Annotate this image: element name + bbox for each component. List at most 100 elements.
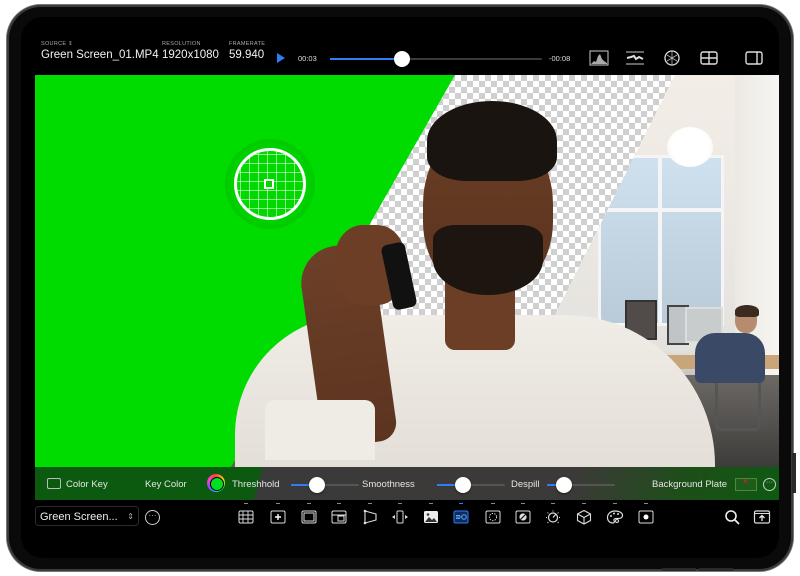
palette-icon[interactable] — [606, 503, 624, 525]
vectorscope-icon[interactable] — [662, 50, 682, 66]
source-info[interactable]: SOURCE ⇕ Green Screen_01.MP4 — [41, 41, 159, 61]
scrubber-fill — [330, 58, 403, 60]
histogram-icon[interactable] — [589, 50, 609, 66]
background-plate-label: Background Plate — [652, 479, 727, 490]
adjust-dial-icon-glyph — [546, 510, 560, 524]
top-bar: SOURCE ⇕ Green Screen_01.MP4 RESOLUTION … — [21, 17, 779, 69]
more-options-icon[interactable]: ··· — [763, 478, 776, 491]
picker-crosshair-icon — [264, 179, 274, 189]
side-button — [792, 453, 796, 493]
volume-button — [662, 568, 696, 571]
tool-indicator — [307, 503, 311, 506]
clip-more-icon[interactable]: ··· — [145, 510, 160, 525]
threshold-label: Threshhold — [232, 479, 280, 490]
image-icon-glyph — [424, 511, 438, 523]
resolution-info: RESOLUTION 1920x1080 — [162, 41, 219, 61]
background-plate-button[interactable]: ✕ — [735, 477, 757, 491]
color-key-icon — [47, 478, 61, 489]
video-viewer[interactable] — [35, 75, 779, 467]
waveform-icon[interactable] — [625, 50, 645, 66]
playback-scrubber[interactable] — [330, 51, 542, 67]
framerate-info: FRAMERATE 59.940 — [229, 41, 265, 61]
grid-layout-icon[interactable] — [699, 50, 719, 66]
tool-indicator — [337, 503, 341, 506]
subject-beard — [433, 225, 543, 295]
adjust-dial-icon[interactable] — [544, 503, 562, 525]
framerate-label: FRAMERATE — [229, 41, 266, 47]
volume-button — [699, 568, 733, 571]
perspective-icon-glyph — [363, 509, 377, 525]
3d-cube-icon[interactable] — [575, 503, 593, 525]
transform-icon-glyph — [392, 510, 408, 524]
search-icon[interactable] — [724, 509, 742, 525]
clip-name: Green Screen... — [40, 511, 118, 523]
perspective-icon[interactable] — [361, 503, 379, 525]
source-value: Green Screen_01.MP4 — [41, 49, 159, 61]
tool-indicator — [491, 503, 495, 506]
palette-icon-glyph — [606, 510, 624, 524]
tool-indicator — [459, 503, 463, 506]
subject-hair — [427, 101, 557, 181]
app-screen: SOURCE ⇕ Green Screen_01.MP4 RESOLUTION … — [21, 17, 779, 558]
crop-icon[interactable] — [330, 503, 348, 525]
tool-indicator — [613, 503, 617, 506]
tool-indicator — [244, 503, 248, 506]
mask-icon[interactable] — [484, 503, 502, 525]
scrubber-thumb[interactable] — [394, 51, 411, 67]
mask-icon-glyph — [485, 510, 501, 524]
tool-indicator — [398, 503, 402, 506]
add-frame-icon-glyph — [270, 510, 286, 524]
threshold-thumb[interactable] — [308, 477, 325, 493]
vignette-icon[interactable] — [637, 503, 655, 525]
background-worker-hair — [735, 305, 759, 317]
crop-icon-glyph — [331, 510, 347, 524]
color-key-controls: Color Key Key Color Threshhold Smoothnes… — [35, 467, 779, 500]
tool-indicator — [644, 503, 648, 506]
grid-icon[interactable] — [237, 503, 255, 525]
key-color-label: Key Color — [145, 479, 187, 490]
bottom-toolbar: Green Screen... ⇕ ··· — [21, 501, 779, 541]
key-color-swatch[interactable] — [207, 474, 225, 492]
export-icon[interactable] — [753, 509, 771, 525]
grid-icon-glyph — [238, 510, 254, 524]
tool-indicator — [521, 503, 525, 506]
add-frame-icon[interactable] — [269, 503, 287, 525]
elapsed-time: 00:03 — [298, 54, 317, 63]
tool-indicator — [551, 503, 555, 506]
frame-icon-glyph — [301, 510, 317, 524]
tool-indicator — [276, 503, 280, 506]
resolution-label: RESOLUTION — [162, 41, 201, 47]
threshold-slider[interactable] — [291, 477, 359, 493]
tool-indicator — [429, 503, 433, 506]
pendant-lamp — [667, 127, 713, 167]
tool-indicator — [582, 503, 586, 506]
key-color-fill — [210, 477, 224, 491]
frame-icon[interactable] — [300, 503, 318, 525]
no-entry-icon[interactable] — [514, 503, 532, 525]
image-icon[interactable] — [422, 503, 440, 525]
vignette-icon-glyph — [638, 510, 654, 524]
subject-cuff — [265, 400, 375, 460]
remaining-time: -00:08 — [549, 54, 571, 63]
clip-selector[interactable]: Green Screen... ⇕ — [35, 506, 139, 526]
smoothness-slider[interactable] — [437, 477, 505, 493]
framerate-value: 59.940 — [229, 49, 265, 61]
smoothness-label: Smoothness — [362, 479, 415, 490]
transform-icon[interactable] — [391, 503, 409, 525]
smoothness-thumb[interactable] — [454, 477, 471, 493]
play-icon[interactable] — [277, 53, 285, 63]
chevron-updown-icon: ⇕ — [127, 512, 134, 521]
despill-slider[interactable] — [547, 477, 615, 493]
background-worker — [695, 333, 765, 383]
chevron-updown-icon: ⇕ — [68, 41, 74, 47]
color-key-icon-glyph — [453, 510, 469, 524]
resolution-value: 1920x1080 — [162, 49, 219, 61]
sidebar-toggle-icon[interactable] — [744, 50, 764, 66]
despill-label: Despill — [511, 479, 540, 490]
tablet-frame: SOURCE ⇕ Green Screen_01.MP4 RESOLUTION … — [7, 5, 796, 571]
color-key-icon[interactable] — [452, 503, 470, 525]
remove-icon: ✕ — [742, 477, 749, 486]
3d-cube-icon-glyph — [576, 509, 592, 525]
tool-indicator — [368, 503, 372, 506]
despill-thumb[interactable] — [556, 477, 572, 493]
